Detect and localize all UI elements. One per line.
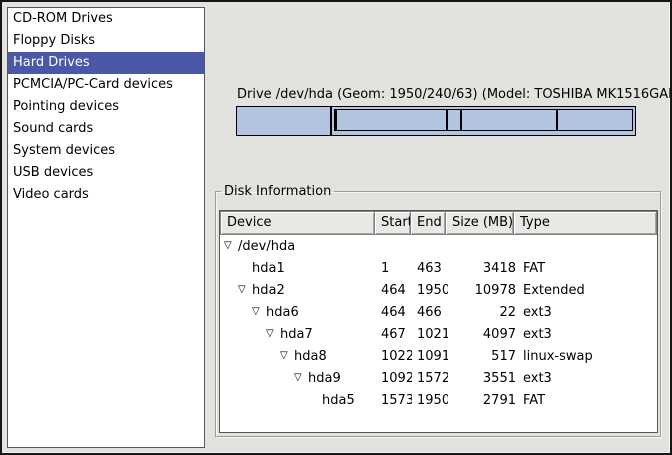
start-cell: 467	[375, 327, 412, 342]
device-label: hda2	[252, 283, 285, 298]
column-header-device[interactable]: Device	[220, 211, 375, 235]
table-row-hda6[interactable]: ▽hda646446622ext3	[220, 301, 657, 323]
device-cell: hda1	[220, 261, 375, 276]
table-row-hda1[interactable]: hda1 14633418FAT	[220, 257, 657, 279]
column-header-size[interactable]: Size (MB)	[445, 211, 514, 235]
type-cell: linux-swap	[517, 349, 657, 364]
table-header-row: Device Start End Size (MB) Type	[220, 211, 657, 235]
end-cell: 466	[412, 305, 448, 320]
extended-partition-contents	[334, 109, 633, 131]
size-cell: 3551	[448, 371, 517, 386]
start-cell: 1092	[375, 371, 412, 386]
type-cell: Extended	[517, 283, 657, 298]
disk-information-table: Device Start End Size (MB) Type ▽/dev/hd…	[219, 210, 658, 433]
device-cell: ▽hda9	[220, 371, 375, 386]
type-cell: ext3	[517, 371, 657, 386]
device-label: hda8	[294, 349, 327, 364]
device-cell: ▽hda2	[220, 283, 375, 298]
column-header-type[interactable]: Type	[513, 211, 657, 235]
table-row-hda7[interactable]: ▽hda746710214097ext3	[220, 323, 657, 345]
start-cell: 1022	[375, 349, 412, 364]
device-label: hda9	[308, 371, 341, 386]
expander-icon[interactable]: ▽	[224, 239, 238, 253]
table-row-hda8[interactable]: ▽hda810221091517linux-swap	[220, 345, 657, 367]
disk-information-label: Disk Information	[221, 185, 334, 198]
device-cell: ▽hda8	[220, 349, 375, 364]
sidebar-item-pointing-devices[interactable]: Pointing devices	[8, 96, 204, 118]
sidebar-item-video-cards[interactable]: Video cards	[8, 184, 204, 206]
partition-segment-hda7	[336, 109, 447, 131]
sidebar-item-hard-drives[interactable]: Hard Drives	[8, 52, 204, 74]
size-cell: 3418	[448, 261, 517, 276]
end-cell: 463	[412, 261, 448, 276]
table-row-hda2[interactable]: ▽hda2464195010978Extended	[220, 279, 657, 301]
expander-icon[interactable]: ▽	[252, 305, 266, 319]
partition-segment-hda2-extended	[331, 106, 636, 136]
sidebar-item-sound-cards[interactable]: Sound cards	[8, 118, 204, 140]
end-cell: 1572	[412, 371, 448, 386]
size-cell: 22	[448, 305, 517, 320]
start-cell: 1	[375, 261, 412, 276]
end-cell: 1950	[412, 393, 448, 408]
device-cell: ▽hda6	[220, 305, 375, 320]
device-cell: ▽/dev/hda	[220, 239, 375, 254]
device-cell: ▽hda7	[220, 327, 375, 342]
sidebar-item-usb-devices[interactable]: USB devices	[8, 162, 204, 184]
type-cell: FAT	[517, 261, 657, 276]
size-cell: 2791	[448, 393, 517, 408]
device-category-list: CD-ROM DrivesFloppy DisksHard DrivesPCMC…	[7, 7, 205, 448]
expander-icon[interactable]: ▽	[238, 283, 252, 297]
device-label: hda7	[280, 327, 313, 342]
partition-segment-hda5	[557, 109, 633, 131]
expander-icon[interactable]: ▽	[294, 371, 308, 385]
expander-icon[interactable]: ▽	[280, 349, 294, 363]
hardware-browser-window: CD-ROM DrivesFloppy DisksHard DrivesPCMC…	[0, 0, 672, 455]
column-header-end[interactable]: End	[410, 211, 446, 235]
column-header-start[interactable]: Start	[374, 211, 411, 235]
type-cell: FAT	[517, 393, 657, 408]
table-row-hda5[interactable]: hda5 157319502791FAT	[220, 389, 657, 411]
device-label: hda1	[252, 261, 285, 276]
type-cell: ext3	[517, 327, 657, 342]
type-cell: ext3	[517, 305, 657, 320]
size-cell: 10978	[448, 283, 517, 298]
table-body: ▽/dev/hdahda114633418FAT▽hda246419501097…	[220, 235, 657, 411]
partition-segment-hda8	[447, 109, 461, 131]
sidebar-item-system-devices[interactable]: System devices	[8, 140, 204, 162]
device-label: hda5	[322, 393, 355, 408]
drive-title: Drive /dev/hda (Geom: 1950/240/63) (Mode…	[237, 87, 672, 103]
table-row-hda9[interactable]: ▽hda9109215723551ext3	[220, 367, 657, 389]
drive-partition-bar	[236, 106, 636, 136]
sidebar-item-pcmcia-pc-card-devices[interactable]: PCMCIA/PC-Card devices	[8, 74, 204, 96]
size-cell: 4097	[448, 327, 517, 342]
sidebar-item-floppy-disks[interactable]: Floppy Disks	[8, 30, 204, 52]
start-cell: 464	[375, 283, 412, 298]
start-cell: 1573	[375, 393, 412, 408]
device-label: /dev/hda	[238, 239, 295, 254]
table-row-dev-hda[interactable]: ▽/dev/hda	[220, 235, 657, 257]
end-cell: 1021	[412, 327, 448, 342]
sidebar-item-cd-rom-drives[interactable]: CD-ROM Drives	[8, 8, 204, 30]
end-cell: 1950	[412, 283, 448, 298]
expander-icon[interactable]: ▽	[266, 327, 280, 341]
device-cell: hda5	[220, 393, 375, 408]
partition-segment-hda1	[236, 106, 331, 136]
size-cell: 517	[448, 349, 517, 364]
device-label: hda6	[266, 305, 299, 320]
partition-segment-hda9	[461, 109, 557, 131]
start-cell: 464	[375, 305, 412, 320]
end-cell: 1091	[412, 349, 448, 364]
